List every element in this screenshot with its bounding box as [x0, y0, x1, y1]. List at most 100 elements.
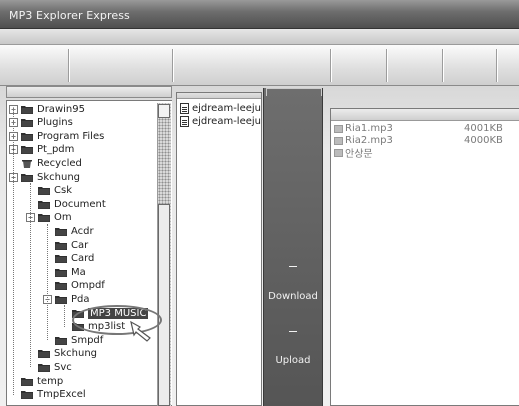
recycle-bin-icon — [21, 159, 33, 168]
tree-node[interactable]: Ompdf — [43, 280, 105, 292]
folder-icon — [21, 118, 33, 128]
tree-node[interactable]: TmpExcel — [9, 389, 86, 401]
folder-icon — [38, 213, 50, 223]
tree-node-label: Ompdf — [71, 280, 105, 292]
file-item[interactable]: ejdream-leeju — [180, 102, 261, 114]
transfer-panel: Download Upload — [263, 88, 323, 406]
music-file-icon — [334, 124, 343, 133]
tree-node-label: Skchung — [37, 171, 80, 183]
toolbar-separator — [496, 49, 497, 82]
toolbar-separator — [330, 49, 331, 82]
folder-icon — [38, 200, 50, 209]
tree-node-label: Car — [71, 239, 89, 251]
tree-node[interactable]: Smpdf — [43, 334, 103, 346]
tree-node-label: Acdr — [71, 225, 94, 237]
tree-node[interactable]: Document — [26, 198, 106, 210]
folder-icon — [55, 241, 67, 250]
player-file-name: 안상문 — [345, 149, 373, 160]
tree-node-label: Om — [54, 212, 72, 224]
player-file-name: Ria1.mp3 — [345, 123, 393, 134]
upload-button[interactable]: Upload — [264, 355, 322, 366]
toolbar-separator — [172, 49, 173, 82]
folder-icon — [55, 268, 67, 277]
tree-node-label: Card — [71, 253, 95, 265]
tree-node[interactable]: − Pda — [43, 293, 90, 305]
tree-node[interactable]: − Skchung — [9, 171, 80, 183]
tree-node[interactable]: − Om — [26, 212, 72, 224]
folder-icon — [38, 186, 50, 196]
tree-header — [6, 86, 172, 98]
folder-icon — [38, 363, 50, 372]
transfer-panel-cap — [266, 88, 322, 96]
toolbar-separator — [386, 49, 387, 82]
tree-node-label: Skchung — [54, 348, 97, 360]
tree-node-label: Smpdf — [71, 334, 104, 346]
folder-icon — [21, 377, 33, 386]
tree-node-label: Recycled — [37, 157, 82, 169]
tree-node[interactable]: + Drawin95 — [9, 103, 85, 115]
toolbar-separator — [442, 49, 443, 82]
tree-node[interactable]: Car — [43, 239, 88, 251]
folder-icon — [55, 227, 67, 236]
folder-icon — [21, 105, 33, 114]
tree-node-label: Ma — [71, 266, 86, 278]
folder-icon — [55, 336, 67, 345]
menu-bar — [0, 29, 519, 45]
folder-icon — [334, 148, 343, 157]
tree-node-label: TmpExcel — [37, 389, 86, 401]
tree-node-label: Plugins — [37, 117, 73, 129]
tree-node-label: Document — [54, 198, 106, 210]
tree-node-label: Program Files — [37, 130, 105, 142]
tree-node[interactable]: + Program Files — [9, 130, 104, 142]
file-item[interactable]: ejdream-leeju — [180, 115, 261, 127]
document-icon — [180, 102, 189, 114]
folder-icon — [21, 390, 33, 400]
tree-node[interactable]: Acdr — [43, 225, 94, 237]
player-file-size: 4000KB — [464, 135, 503, 146]
tree-node-label: Svc — [54, 361, 72, 373]
folder-icon — [55, 254, 67, 264]
toolbar-separator — [68, 49, 69, 82]
tree-scroll-up-button[interactable] — [158, 104, 170, 118]
folder-icon — [55, 281, 67, 291]
folder-icon — [38, 349, 50, 359]
list-item[interactable]: Ria1.mp3 4001KB — [334, 123, 514, 134]
folder-icon — [55, 295, 67, 304]
file-item-label: ejdream-leeju — [192, 102, 261, 114]
tree-node-label: Pt_pdm — [37, 144, 75, 156]
tree-node[interactable]: Svc — [26, 361, 72, 373]
tree-node-label: Pda — [71, 293, 90, 305]
pc-file-list[interactable]: ejdream-leeju ejdream-leeju — [176, 92, 262, 406]
tree-node[interactable]: Card — [43, 253, 94, 265]
dash-marker — [289, 331, 297, 332]
toolbar — [0, 45, 519, 86]
player-list-header — [331, 109, 519, 121]
hand-cursor-icon — [130, 320, 151, 342]
folder-tree[interactable]: + Drawin95 + Plugins + Program Files + Pt_pdm Re… — [6, 100, 172, 406]
tree-scrollbar-thumb[interactable] — [158, 204, 170, 406]
title-bar[interactable]: MP3 Explorer Express — [0, 0, 519, 29]
window-title: MP3 Explorer Express — [9, 9, 130, 22]
tree-node[interactable]: + Pt_pdm — [9, 144, 74, 156]
tree-node[interactable]: + Plugins — [9, 117, 73, 129]
tree-node[interactable]: temp — [9, 375, 63, 387]
music-file-icon — [334, 136, 343, 145]
dash-marker — [289, 266, 297, 267]
file-list-header — [177, 93, 261, 99]
document-icon — [180, 115, 189, 127]
list-item[interactable]: 안상문 — [334, 147, 514, 160]
tree-node[interactable]: Csk — [26, 185, 72, 197]
folder-icon — [21, 173, 33, 182]
tree-node[interactable]: Ma — [43, 266, 86, 278]
tree-node[interactable]: Recycled — [9, 157, 82, 169]
tree-node-label: Csk — [54, 185, 72, 197]
player-file-list[interactable]: Ria1.mp3 4001KB Ria2.mp3 4000KB 안상문 — [330, 108, 519, 406]
player-file-size: 4001KB — [464, 123, 503, 134]
file-item-label: ejdream-leeju — [192, 115, 261, 127]
tree-node-label: Drawin95 — [37, 103, 85, 115]
tree-node[interactable]: Skchung — [26, 348, 97, 360]
download-button[interactable]: Download — [264, 291, 322, 302]
tree-node-label: temp — [37, 375, 64, 387]
folder-icon — [21, 132, 33, 141]
folder-icon — [21, 145, 33, 155]
